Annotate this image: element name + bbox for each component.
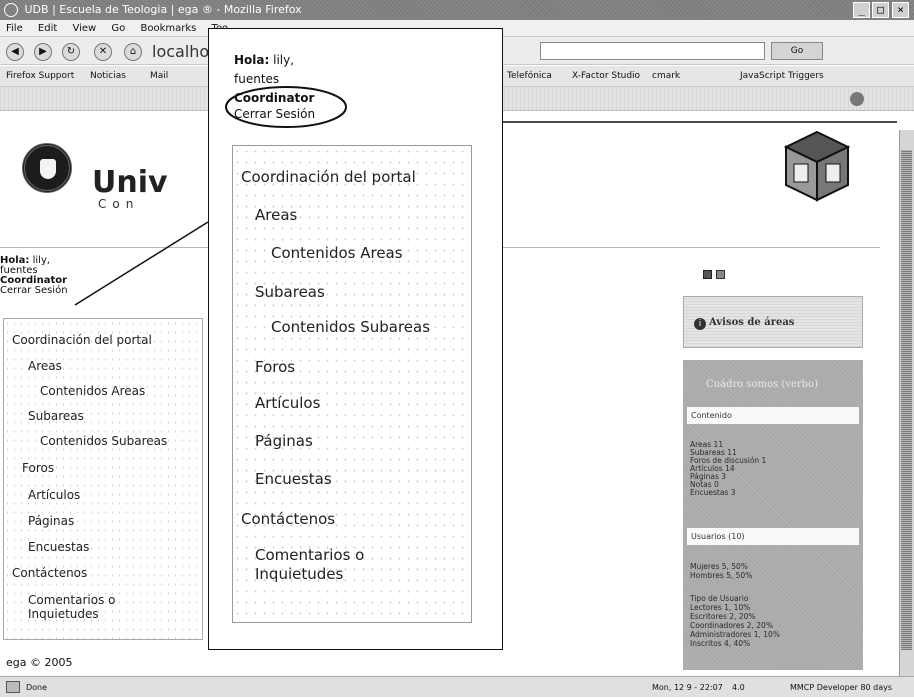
url-text[interactable]: localho [152, 42, 209, 61]
stat-line: Encuestas 3 [690, 488, 736, 497]
highlight-ellipse [225, 86, 347, 128]
zoom-navigation-menu: Coordinación del portal Areas Contenidos… [232, 145, 472, 623]
stat-line: Inscritos 4, 40% [690, 639, 751, 648]
help-cube-icon[interactable] [784, 130, 850, 202]
menu-item-articulos[interactable]: Artículos [28, 488, 80, 502]
scrollbar-thumb[interactable] [901, 150, 912, 650]
zoom-menu-item-encuestas[interactable]: Encuestas [255, 470, 332, 488]
home-icon[interactable]: ⌂ [124, 43, 142, 61]
page-subtitle: Con [98, 197, 140, 211]
status-bar: Done Mon, 12 9 - 22:07 4.0 MMCP Develope… [0, 676, 914, 697]
zoom-menu-item-articulos[interactable]: Artículos [255, 394, 320, 412]
menu-item-areas[interactable]: Areas [28, 359, 62, 373]
stat-line: Lectores 1, 10% [690, 603, 751, 612]
stop-icon[interactable]: ✕ [94, 43, 112, 61]
zoom-menu-item-coordinacion[interactable]: Coordinación del portal [241, 168, 416, 186]
avisos-link[interactable]: Avisos de áreas [709, 317, 794, 328]
page-title: Univ [92, 165, 168, 200]
zoom-menu-item-foros[interactable]: Foros [255, 358, 295, 376]
status-number: 4.0 [732, 683, 745, 692]
grid-icon[interactable] [716, 270, 725, 279]
stat-line: Hombres 5, 50% [690, 571, 753, 580]
status-date: Mon, 12 9 - 22:07 [652, 683, 723, 692]
back-icon[interactable]: ◀ [6, 43, 24, 61]
info-icon: i [694, 318, 706, 330]
zoom-login-greeting: Hola: lily, [234, 53, 295, 67]
status-text: Done [26, 683, 48, 692]
menu-view[interactable]: View [72, 23, 96, 34]
bookmark-mail[interactable]: Mail [150, 66, 168, 87]
menu-file[interactable]: File [6, 23, 23, 34]
stat-line: Escritores 2, 20% [690, 612, 756, 621]
reload-icon[interactable]: ↻ [62, 43, 80, 61]
stat-line: Administradores 1, 10% [690, 630, 780, 639]
zoom-menu-item-comentarios[interactable]: Comentarios o Inquietudes [255, 546, 395, 584]
copyright-footer: ega © 2005 [6, 656, 73, 669]
stat-line: Tipo de Usuario [690, 594, 749, 603]
university-seal-logo [22, 143, 72, 193]
page-icon [6, 681, 20, 693]
url-input-continuation[interactable] [540, 42, 765, 60]
zoom-menu-item-contactenos[interactable]: Contáctenos [241, 510, 335, 528]
bookmark-noticias[interactable]: Noticias [90, 66, 126, 87]
menu-item-comentarios[interactable]: Comentarios o Inquietudes [28, 593, 138, 621]
minimize-button[interactable]: _ [853, 2, 870, 18]
contenido-header: Contenido [687, 407, 859, 424]
zoom-menu-item-subareas[interactable]: Subareas [255, 283, 325, 301]
maximize-button[interactable]: □ [872, 2, 889, 18]
menu-item-contactenos[interactable]: Contáctenos [12, 566, 87, 580]
window-title: UDB | Escuela de Teologia | ega ® - Mozi… [24, 3, 302, 16]
bookmark-firefox-support[interactable]: Firefox Support [6, 66, 74, 87]
menu-item-subareas[interactable]: Subareas [28, 409, 84, 423]
window-title-bar: UDB | Escuela de Teologia | ega ® - Mozi… [0, 0, 914, 20]
extension-icon[interactable] [850, 92, 864, 106]
menu-item-paginas[interactable]: Páginas [28, 514, 74, 528]
logout-link[interactable]: Cerrar Sesión [0, 285, 68, 296]
zoom-menu-item-contenidos-areas[interactable]: Contenidos Areas [271, 244, 403, 262]
stat-line: Mujeres 5, 50% [690, 562, 748, 571]
zoom-menu-item-contenidos-subareas[interactable]: Contenidos Subareas [271, 318, 430, 336]
zoom-menu-item-paginas[interactable]: Páginas [255, 432, 313, 450]
navigation-menu: Coordinación del portal Areas Contenidos… [3, 318, 203, 640]
menu-go[interactable]: Go [111, 23, 125, 34]
bookmark-xfactor[interactable]: X-Factor Studio [572, 66, 640, 87]
forward-icon[interactable]: ▶ [34, 43, 52, 61]
firefox-icon [4, 3, 18, 17]
go-button[interactable]: Go [771, 42, 823, 60]
menu-item-foros[interactable]: Foros [22, 461, 54, 475]
usuarios-header: Usuarios (10) [687, 528, 859, 545]
menu-edit[interactable]: Edit [38, 23, 57, 34]
zoom-menu-item-areas[interactable]: Areas [255, 206, 297, 224]
bookmark-javascript-triggers[interactable]: JavaScript Triggers [740, 66, 824, 87]
bookmark-telefonica[interactable]: Telefónica [507, 66, 552, 87]
menu-item-contenidos-areas[interactable]: Contenidos Areas [40, 384, 145, 398]
bookmark-cmark[interactable]: cmark [652, 66, 680, 87]
calendar-icon[interactable] [703, 270, 712, 279]
menu-item-encuestas[interactable]: Encuestas [28, 540, 89, 554]
menu-bookmarks[interactable]: Bookmarks [140, 23, 196, 34]
stat-line: Coordinadores 2, 20% [690, 621, 773, 630]
menu-item-coordinacion[interactable]: Coordinación del portal [12, 333, 152, 347]
close-button[interactable]: × [892, 2, 909, 18]
menu-item-contenidos-subareas[interactable]: Contenidos Subareas [40, 434, 167, 448]
status-extension: MMCP Developer 80 days [790, 683, 893, 692]
statistics-title: Cuádro somos (verbo) [706, 379, 818, 390]
